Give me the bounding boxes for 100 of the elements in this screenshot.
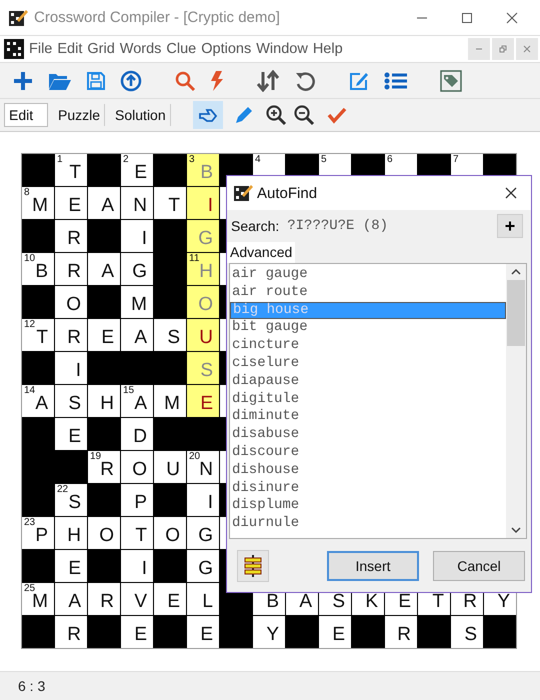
- mode-tab[interactable]: Solution: [111, 104, 171, 126]
- crossword-square[interactable]: 10 B: [22, 253, 54, 285]
- crossword-square[interactable]: 19 R: [88, 451, 120, 483]
- crossword-square[interactable]: E: [121, 616, 153, 648]
- scrollbar[interactable]: [506, 264, 526, 538]
- menu-item[interactable]: Edit: [57, 41, 82, 57]
- crossword-square[interactable]: O: [121, 451, 153, 483]
- insert-button[interactable]: Insert: [327, 550, 419, 580]
- menu-item[interactable]: Words: [120, 41, 162, 57]
- result-item[interactable]: air gauge: [230, 266, 506, 284]
- crossword-square[interactable]: U: [154, 451, 186, 483]
- undo-icon[interactable]: [294, 70, 316, 92]
- crossword-square[interactable]: G: [121, 253, 153, 285]
- crossword-square[interactable]: 23 P: [22, 517, 54, 549]
- crossword-square[interactable]: A: [55, 583, 87, 615]
- list-icon[interactable]: [384, 70, 408, 90]
- crossword-square[interactable]: E: [55, 187, 87, 219]
- result-item[interactable]: disabuse: [230, 426, 506, 444]
- crossword-square[interactable]: 2 E: [121, 154, 153, 186]
- menu-item[interactable]: Help: [312, 41, 343, 57]
- crossword-square[interactable]: R: [55, 319, 87, 351]
- crossword-square[interactable]: O: [88, 517, 120, 549]
- maximize-icon[interactable]: [461, 12, 473, 24]
- crossword-square[interactable]: R: [55, 616, 87, 648]
- crossword-square[interactable]: I: [121, 550, 153, 582]
- crossword-square[interactable]: P: [121, 484, 153, 516]
- crossword-square[interactable]: A: [88, 187, 120, 219]
- crossword-square[interactable]: T: [154, 187, 186, 219]
- menu-item[interactable]: File: [29, 41, 52, 57]
- crossword-square[interactable]: M: [154, 385, 186, 417]
- grid-fill-icon[interactable]: [237, 550, 269, 582]
- crossword-square[interactable]: H: [55, 517, 87, 549]
- crossword-square[interactable]: V: [121, 583, 153, 615]
- crossword-square[interactable]: R: [55, 220, 87, 252]
- crossword-square[interactable]: R: [55, 253, 87, 285]
- crossword-square[interactable]: S: [451, 616, 483, 648]
- crossword-square[interactable]: E: [187, 385, 219, 417]
- result-item[interactable]: discoure: [230, 444, 506, 462]
- crossword-square[interactable]: D: [121, 418, 153, 450]
- zoom-in-icon[interactable]: [264, 104, 287, 126]
- crossword-square[interactable]: S: [154, 319, 186, 351]
- scroll-thumb[interactable]: [507, 280, 525, 346]
- crossword-square[interactable]: O: [154, 517, 186, 549]
- result-item[interactable]: air route: [230, 284, 506, 302]
- crossword-square[interactable]: 8 M: [22, 187, 54, 219]
- crossword-square[interactable]: G: [187, 517, 219, 549]
- result-item[interactable]: diminute: [230, 408, 506, 426]
- crossword-square[interactable]: Y: [253, 616, 285, 648]
- crossword-square[interactable]: I: [187, 484, 219, 516]
- result-item[interactable]: disinure: [230, 480, 506, 498]
- crossword-square[interactable]: 12 T: [22, 319, 54, 351]
- result-item[interactable]: diapause: [230, 372, 506, 391]
- upload-icon[interactable]: [120, 70, 142, 92]
- crossword-square[interactable]: 11 H: [187, 253, 219, 285]
- cancel-button[interactable]: Cancel: [433, 550, 525, 580]
- result-item[interactable]: bit gauge: [230, 319, 506, 338]
- crossword-square[interactable]: 1 T: [55, 154, 87, 186]
- crossword-square[interactable]: A: [121, 319, 153, 351]
- lightning-icon[interactable]: [210, 70, 224, 92]
- result-item[interactable]: ciselure: [230, 354, 506, 373]
- crossword-square[interactable]: 3 B: [187, 154, 219, 186]
- result-item[interactable]: dishouse: [230, 462, 506, 480]
- search-icon[interactable]: [174, 70, 196, 92]
- tag-icon[interactable]: [440, 70, 462, 92]
- menu-item[interactable]: Options: [201, 41, 252, 57]
- crossword-square[interactable]: E: [187, 616, 219, 648]
- crossword-square[interactable]: I: [121, 220, 153, 252]
- crossword-square[interactable]: E: [88, 319, 120, 351]
- crossword-square[interactable]: 14 A: [22, 385, 54, 417]
- crossword-square[interactable]: L: [187, 583, 219, 615]
- restore-icon[interactable]: [492, 38, 514, 60]
- crossword-square[interactable]: I: [187, 187, 219, 219]
- crossword-square[interactable]: E: [319, 616, 351, 648]
- menu-item[interactable]: Window: [256, 41, 308, 57]
- pointer-hand-icon[interactable]: [192, 101, 223, 129]
- crossword-square[interactable]: G: [187, 550, 219, 582]
- zoom-out-icon[interactable]: [292, 104, 315, 126]
- crossword-square[interactable]: 22 S: [55, 484, 87, 516]
- crossword-square[interactable]: E: [154, 583, 186, 615]
- crossword-square[interactable]: R: [88, 583, 120, 615]
- crossword-square[interactable]: E: [55, 418, 87, 450]
- mode-tab[interactable]: Edit: [4, 103, 48, 127]
- close-icon[interactable]: [506, 12, 518, 24]
- save-icon[interactable]: [86, 70, 106, 90]
- sort-arrows-icon[interactable]: [256, 70, 280, 92]
- crossword-square[interactable]: E: [55, 550, 87, 582]
- menu-item[interactable]: Clue: [166, 41, 196, 57]
- menu-item[interactable]: Grid: [87, 41, 115, 57]
- add-button[interactable]: +: [497, 214, 523, 238]
- result-item[interactable]: cincture: [230, 337, 506, 355]
- crossword-square[interactable]: O: [55, 286, 87, 318]
- crossword-square[interactable]: N: [121, 187, 153, 219]
- result-item[interactable]: displume: [230, 497, 506, 516]
- crossword-square[interactable]: I: [55, 352, 87, 384]
- plus-icon[interactable]: [12, 70, 34, 92]
- scroll-down-icon[interactable]: [511, 526, 521, 534]
- crossword-square[interactable]: U: [187, 319, 219, 351]
- mode-tab[interactable]: Puzzle: [54, 104, 106, 126]
- crossword-square[interactable]: R: [385, 616, 417, 648]
- crossword-square[interactable]: 15 A: [121, 385, 153, 417]
